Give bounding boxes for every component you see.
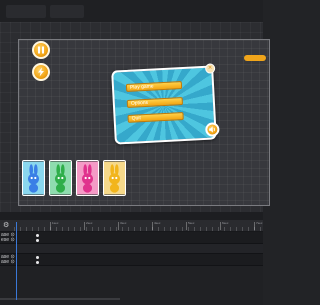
boost-button[interactable] [32, 63, 50, 81]
keyframe[interactable] [36, 239, 39, 242]
timeline-playhead[interactable] [16, 222, 17, 300]
timeline-ruler[interactable]: 1sec 2sec 3sec 4sec 5sec 6sec 7sec [14, 220, 263, 231]
editor-top-bar [0, 0, 263, 23]
bunny-character-icon [50, 161, 71, 195]
keyframe[interactable] [36, 234, 39, 237]
character-card-blue[interactable] [22, 160, 45, 196]
track-label: ese ⊙ [1, 237, 15, 243]
editor-tab[interactable] [6, 5, 46, 18]
ruler-label: 7sec [256, 221, 263, 225]
timeline-track[interactable]: ase ⊙ ese ⊙ [0, 232, 263, 244]
ruler-label: 6sec [222, 221, 229, 225]
character-card-green[interactable] [49, 160, 72, 196]
menu-dialog: Play game Options Quit × [111, 63, 220, 145]
character-card-pink[interactable] [76, 160, 99, 196]
timeline-track-spacer [0, 244, 263, 254]
pause-icon [38, 46, 44, 54]
quit-button[interactable]: Quit [127, 111, 184, 123]
ruler-label: 3sec [120, 221, 127, 225]
bunny-character-icon [23, 161, 44, 195]
lightning-icon [38, 67, 44, 77]
timeline-track[interactable]: ase ⊙ ase ⊙ [0, 254, 263, 266]
track-label: ase ⊙ [1, 259, 15, 265]
ruler-label: 4sec [154, 221, 161, 225]
play-game-button[interactable]: Play game [125, 81, 183, 92]
ruler-label: 5sec [188, 221, 195, 225]
speaker-icon [209, 126, 215, 133]
gear-icon[interactable]: ⚙ [3, 221, 9, 230]
keyframe[interactable] [36, 261, 39, 264]
keyframe[interactable] [36, 256, 39, 259]
ruler-label: 1sec [52, 221, 59, 225]
character-card-yellow[interactable] [103, 160, 126, 196]
options-button[interactable]: Options [126, 97, 184, 108]
editor-tab[interactable] [50, 5, 84, 18]
pause-button[interactable] [32, 41, 50, 59]
timeline-scrollbar[interactable] [0, 298, 120, 300]
timeline-divider[interactable] [0, 212, 263, 220]
offscreen-orange-element [244, 55, 266, 61]
bunny-character-icon [77, 161, 98, 195]
bunny-character-icon [104, 161, 125, 195]
ruler-label: 2sec [86, 221, 93, 225]
